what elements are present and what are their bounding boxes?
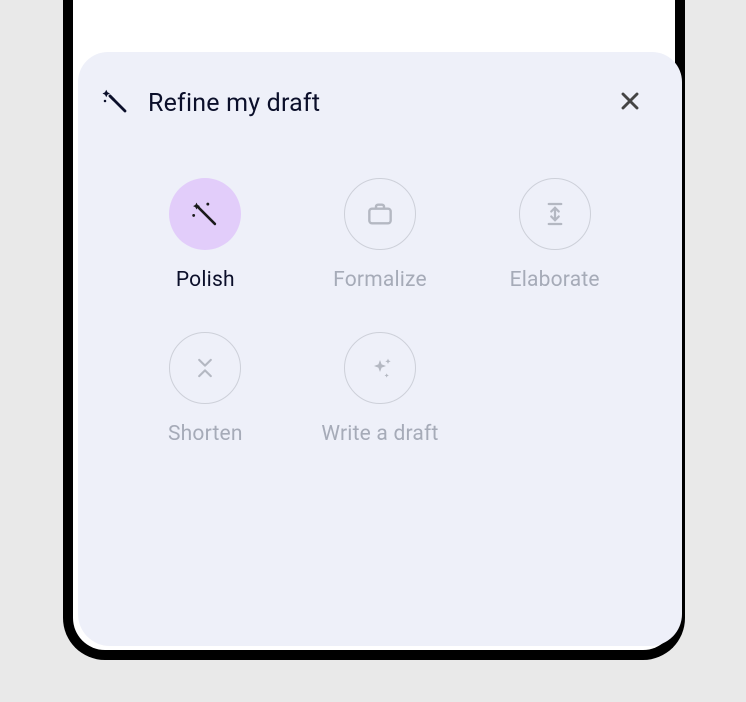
option-shorten[interactable]: Shorten [118,332,293,446]
option-write-draft[interactable]: Write a draft [293,332,468,446]
magic-pen-icon [100,86,130,120]
option-label: Write a draft [321,422,438,446]
refine-draft-sheet: Refine my draft Polish [78,52,682,646]
option-elaborate[interactable]: Elaborate [467,178,642,292]
sparkles-icon [344,332,416,404]
option-formalize[interactable]: Formalize [293,178,468,292]
magic-wand-icon [169,178,241,250]
close-button[interactable] [616,87,644,119]
option-label: Formalize [333,268,427,292]
option-label: Polish [176,268,235,292]
sheet-header: Refine my draft [78,52,682,120]
sheet-title: Refine my draft [148,89,616,118]
option-polish[interactable]: Polish [118,178,293,292]
options-grid: Polish Formalize Elaborat [78,120,682,446]
option-label: Elaborate [510,268,600,292]
expand-icon [519,178,591,250]
briefcase-icon [344,178,416,250]
option-label: Shorten [168,422,243,446]
collapse-icon [169,332,241,404]
close-icon [616,87,644,115]
